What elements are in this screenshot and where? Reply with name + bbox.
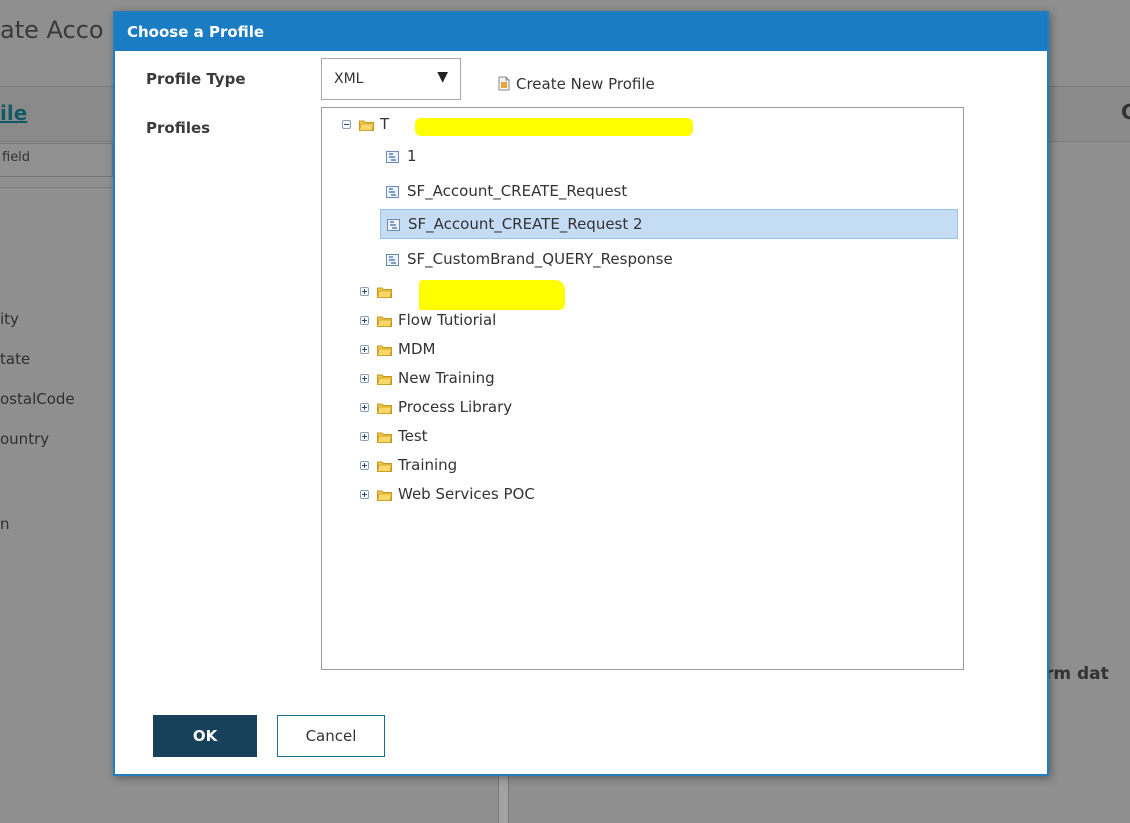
tree-folder[interactable]: Test [360, 423, 428, 449]
background-file-link: ile [0, 101, 28, 125]
tree-profile-label: SF_Account_CREATE_Request 2 [408, 215, 643, 233]
tree-folder-label: T [380, 115, 390, 133]
ok-button[interactable]: OK [153, 715, 257, 757]
folder-icon [377, 345, 392, 356]
expand-icon[interactable] [360, 287, 369, 296]
tree-profile-item[interactable]: SF_CustomBrand_QUERY_Response [386, 246, 673, 272]
tree-folder[interactable]: Web Services POC [360, 481, 535, 507]
expand-icon[interactable] [360, 461, 369, 470]
redaction-highlight [419, 280, 565, 310]
folder-icon [377, 374, 392, 385]
background-list-item: ity [0, 310, 19, 328]
tree-folder-label: Flow Tutiorial [398, 311, 497, 329]
tree-profile-item[interactable]: SF_Account_CREATE_Request [386, 178, 627, 204]
tree-profile-item[interactable]: 1 [386, 143, 417, 169]
xml-profile-icon [386, 185, 399, 198]
folder-icon [377, 403, 392, 414]
background-column-letter: C [1121, 100, 1130, 124]
background-divider [0, 187, 112, 188]
tree-folder-label: MDM [398, 340, 436, 358]
tree-folder-label: Process Library [398, 398, 513, 416]
background-list-item: tate [0, 350, 31, 368]
profiles-tree[interactable]: T 1 SF_Account_CREATE_Request SF_Account… [321, 107, 964, 670]
profile-type-label: Profile Type [146, 70, 246, 88]
cancel-button[interactable]: Cancel [277, 715, 385, 757]
profile-type-select[interactable]: XML ▼ [321, 58, 461, 100]
expand-icon[interactable] [360, 432, 369, 441]
tree-folder-label: New Training [398, 369, 495, 387]
choose-profile-dialog: Choose a Profile Profile Type Profiles X… [113, 11, 1049, 776]
tree-folder[interactable]: Flow Tutiorial [360, 307, 496, 333]
expand-icon[interactable] [360, 316, 369, 325]
xml-profile-icon [386, 253, 399, 266]
background-list-item: n [0, 515, 10, 533]
chevron-down-icon: ▼ [437, 69, 448, 85]
background-right-text: rm dat [1045, 664, 1109, 684]
background-field-placeholder: field [2, 150, 31, 165]
tree-folder[interactable]: New Training [360, 365, 495, 391]
new-profile-icon [498, 76, 510, 91]
background-list-item: ostalCode [0, 390, 75, 408]
tree-profile-item-selected[interactable]: SF_Account_CREATE_Request 2 [380, 209, 958, 239]
tree-folder-label: Web Services POC [398, 485, 535, 503]
folder-icon [377, 461, 392, 472]
folder-icon [359, 120, 374, 131]
tree-profile-label: SF_Account_CREATE_Request [407, 182, 628, 200]
tree-folder[interactable] [360, 278, 398, 304]
tree-folder[interactable]: Training [360, 452, 457, 478]
expand-icon[interactable] [360, 374, 369, 383]
tree-profile-label: SF_CustomBrand_QUERY_Response [407, 250, 673, 268]
expand-icon[interactable] [360, 403, 369, 412]
create-new-profile-label: Create New Profile [516, 75, 655, 93]
tree-folder-root[interactable]: T [342, 111, 389, 137]
tree-folder[interactable]: MDM [360, 336, 435, 362]
xml-profile-icon [387, 218, 400, 231]
tree-folder-label: Training [398, 456, 458, 474]
profiles-label: Profiles [146, 119, 211, 137]
expand-icon[interactable] [360, 490, 369, 499]
create-new-profile-link[interactable]: Create New Profile [498, 75, 655, 93]
background-list-item: ountry [0, 430, 50, 448]
expand-icon[interactable] [360, 345, 369, 354]
folder-icon [377, 490, 392, 501]
profile-type-value: XML [334, 71, 364, 87]
tree-profile-label: 1 [407, 147, 417, 165]
tree-folder-label: Test [398, 427, 428, 445]
dialog-title: Choose a Profile [115, 13, 1047, 51]
tree-folder[interactable]: Process Library [360, 394, 512, 420]
background-field-list: ity tate ostalCode ountry n [0, 308, 75, 533]
background-page-title: ate Acco [0, 16, 104, 44]
folder-icon [377, 316, 392, 327]
collapse-icon[interactable] [342, 120, 351, 129]
redaction-highlight [415, 118, 693, 136]
folder-icon [377, 287, 392, 298]
folder-icon [377, 432, 392, 443]
xml-profile-icon [386, 150, 399, 163]
